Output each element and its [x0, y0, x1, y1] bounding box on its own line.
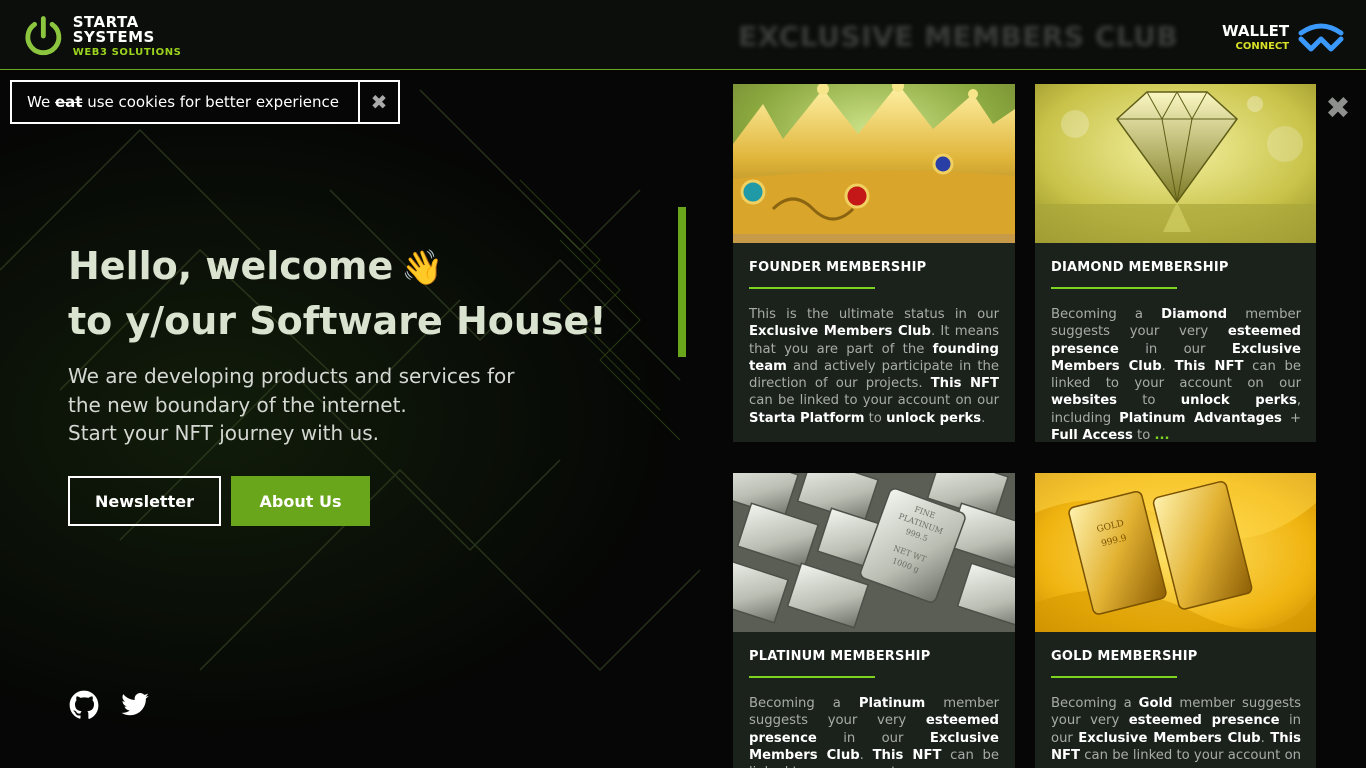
card-description: Becoming a Gold member suggests your ver… — [1051, 695, 1301, 768]
hero-title-line1: Hello, welcome — [68, 244, 394, 288]
about-us-button[interactable]: About Us — [231, 476, 370, 526]
card-description-text: . — [1260, 730, 1271, 746]
cookie-message-prefix: We — [27, 93, 55, 111]
card-description-text: can be linked to your account on our — [749, 393, 999, 409]
hero-subtitle-line2: the new boundary of the internet. — [68, 392, 407, 417]
twitter-icon[interactable] — [120, 690, 150, 720]
card-description-text: This is the ultimate status in our — [749, 307, 999, 322]
card-title-underline — [749, 676, 875, 678]
cookie-banner: We eat use cookies for better experience… — [10, 80, 400, 124]
top-header: STARTA SYSTEMS WEB3 SOLUTIONS EXCLUSIVE … — [0, 0, 1366, 70]
brand-name: STARTA SYSTEMS — [72, 12, 155, 46]
card-description-emphasis: Starta Platform — [749, 410, 865, 426]
card-description-text: to — [1132, 428, 1155, 442]
card-description-text: in our — [816, 730, 930, 746]
hero-subtitle: We are developing products and services … — [68, 362, 588, 448]
card-title: PLATINUM MEMBERSHIP — [749, 649, 931, 664]
card-description-emphasis: unlock perks — [1180, 393, 1297, 409]
card-description-emphasis: This NFT — [930, 376, 1000, 392]
cookie-message-suffix: use cookies for better experience — [82, 93, 339, 111]
card-description-emphasis: Gold — [1138, 696, 1173, 711]
close-icon: ✖ — [370, 90, 388, 114]
cookie-message-struck: eat — [54, 93, 83, 111]
card-description-text: to — [864, 410, 887, 426]
cookie-close-button[interactable]: ✖ — [358, 82, 398, 122]
wallet-connect-button[interactable]: WALLET CONNECT — [1222, 18, 1352, 58]
card-description-text: . — [981, 410, 986, 426]
card-description-text: can be linked to your account on our — [1051, 747, 1301, 768]
card-description-emphasis: This NFT — [1174, 358, 1244, 374]
accent-bar — [678, 207, 686, 357]
walletconnect-icon — [1298, 23, 1344, 52]
card-title-underline — [749, 287, 875, 289]
card-image-crown — [733, 84, 1015, 243]
card-title: GOLD MEMBERSHIP — [1051, 649, 1198, 664]
card-title-underline — [1051, 676, 1177, 678]
card-description-text[interactable]: ... — [1154, 428, 1169, 442]
wallet-label: WALLET — [1222, 22, 1290, 40]
membership-card-diamond[interactable]: DIAMOND MEMBERSHIP Becoming a Diamond me… — [1035, 84, 1316, 442]
card-title-underline — [1051, 287, 1177, 289]
card-description-emphasis: websites — [1051, 393, 1118, 409]
membership-card-gold[interactable]: GOLD 999.9 GOLD MEMBERSHIP Becoming a Go… — [1035, 473, 1316, 768]
hero-subtitle-line3: Start your NFT journey with us. — [68, 421, 379, 445]
card-description-text: Becoming a — [749, 696, 859, 711]
hero-title: Hello, welcome 👋 to y/our Software House! — [68, 240, 688, 348]
card-description-text: in our — [1118, 341, 1232, 357]
power-icon — [25, 16, 62, 56]
wallet-connect-label: CONNECT — [1235, 41, 1290, 52]
card-description-emphasis: This NFT — [872, 747, 942, 763]
hero-subtitle-line1: We are developing products and services … — [68, 364, 515, 388]
github-icon[interactable] — [69, 690, 99, 720]
card-description: Becoming a Diamond member suggests your … — [1051, 306, 1301, 442]
card-description-emphasis: Platinum — [858, 696, 926, 711]
card-image-platinum-bars: FINE PLATINUM 999.5 NET WT 1000 g — [733, 473, 1015, 632]
card-description-emphasis: Exclusive Members Club — [1078, 730, 1261, 746]
card-description-text: Becoming a — [1051, 307, 1162, 322]
card-description-emphasis: Full Access — [1051, 428, 1133, 442]
card-description-emphasis: unlock perks — [886, 410, 982, 426]
newsletter-button[interactable]: Newsletter — [68, 476, 221, 526]
card-description-text: . — [859, 747, 873, 763]
card-description-text: Becoming a — [1051, 696, 1139, 711]
card-description-text: + — [1281, 410, 1301, 426]
card-description: This is the ultimate status in our Exclu… — [749, 306, 999, 427]
cookie-message: We eat use cookies for better experience — [12, 82, 358, 122]
hero-title-line2: to y/our Software House! — [68, 299, 607, 343]
card-image-diamond — [1035, 84, 1316, 243]
brand-tagline: WEB3 SOLUTIONS — [72, 46, 182, 58]
panel-close-button[interactable]: ✖ — [1322, 90, 1354, 126]
card-description-text: . — [1161, 358, 1175, 374]
card-description-emphasis: Exclusive Members Club — [749, 324, 931, 340]
card-description-emphasis: Diamond — [1161, 307, 1228, 322]
membership-card-founder[interactable]: FOUNDER MEMBERSHIP This is the ultimate … — [733, 84, 1015, 442]
card-title: FOUNDER MEMBERSHIP — [749, 260, 927, 275]
membership-card-platinum[interactable]: FINE PLATINUM 999.5 NET WT 1000 g PLATIN… — [733, 473, 1015, 768]
brand-logo[interactable]: STARTA SYSTEMS WEB3 SOLUTIONS — [22, 13, 222, 59]
card-image-gold-bars: GOLD 999.9 — [1035, 473, 1316, 632]
card-description-text: to — [1117, 393, 1181, 409]
close-icon: ✖ — [1325, 90, 1351, 126]
card-description-emphasis: esteemed presence — [1128, 713, 1280, 729]
card-description-emphasis: Platinum Advantages — [1119, 410, 1282, 426]
card-title: DIAMOND MEMBERSHIP — [1051, 260, 1229, 275]
card-description: Becoming a Platinum member suggests your… — [749, 695, 999, 768]
blurred-section-title: EXCLUSIVE MEMBERS CLUB — [738, 20, 1179, 53]
waving-hand-icon: 👋 — [401, 248, 444, 288]
